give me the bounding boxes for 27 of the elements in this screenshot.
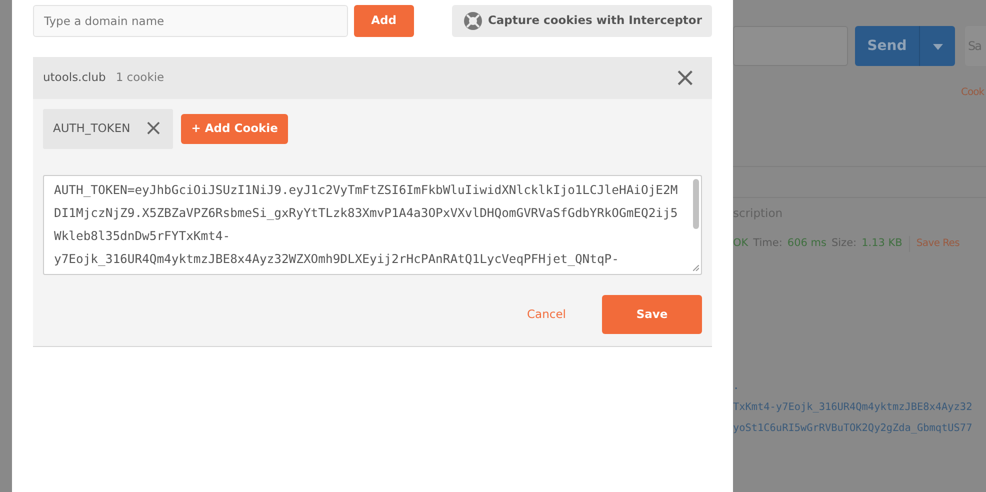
status-value: 1.13 KB (862, 236, 902, 251)
status-value: 606 ms (787, 236, 826, 251)
response-line: TxKmt4-y7Eojk_316UR4Qm4yktmzJBE8x4Ayz32 (733, 401, 972, 415)
close-button[interactable]: × (668, 65, 702, 91)
scrollbar-thumb[interactable] (693, 179, 699, 229)
satellite-icon (464, 12, 482, 30)
caret-icon[interactable] (933, 44, 943, 50)
domain-name: utools.club (43, 69, 106, 86)
cookie-tab[interactable]: AUTH_TOKEN × (43, 109, 173, 149)
save-button[interactable]: Save (602, 295, 702, 334)
cookie-name[interactable]: AUTH_TOKEN (53, 120, 130, 138)
response-line: . (733, 380, 740, 394)
add-cookie-button[interactable]: + Add Cookie (181, 114, 288, 144)
remove-button[interactable]: × (144, 118, 163, 140)
cookies-link[interactable]: Cook (961, 85, 984, 100)
url-field[interactable] (733, 26, 848, 66)
cancel-button[interactable]: Cancel (521, 304, 572, 324)
response-line: yoSt1C6uRI5wGrRVBuTOK2Qy2gZda_GbmqtUS77 (733, 422, 972, 436)
save-response-link[interactable]: Save Res (909, 236, 960, 252)
cookie-count: 1 cookie (116, 69, 164, 86)
send-button[interactable]: Send (855, 26, 955, 66)
interceptor-button[interactable]: Capture cookies with Interceptor (452, 5, 712, 37)
cookie-value-field[interactable]: AUTH_TOKEN=eyJhbGciOiJSUzI1NiJ9.eyJ1c2VyTmFtZSI6ImFkbWluIiwidXNlcklkIjo1LCJleHAiOjE2MDI1MjczNjZ9.X5ZBZaVPZ6RsbmeSi_gxRyYtTLzk83XmvP1A4a3OPxVXvlDHQomGVRVaSfGdbYRkOGmEQ2ij5Wkleb8l35dnDw5rFYTxKmt4-y7Eojk_316UR4Qm4yktmzJBE8x4Ayz32WZXOmh9DLXEyij2rHcPAnRAtQ1LycVeqPFHjet_QNtqP- (43, 175, 702, 275)
status-label: OK (733, 236, 748, 251)
add-button[interactable]: Add (354, 5, 414, 37)
domain-field[interactable]: Type a domain name (33, 5, 348, 37)
resize-handle-icon[interactable] (693, 265, 699, 271)
